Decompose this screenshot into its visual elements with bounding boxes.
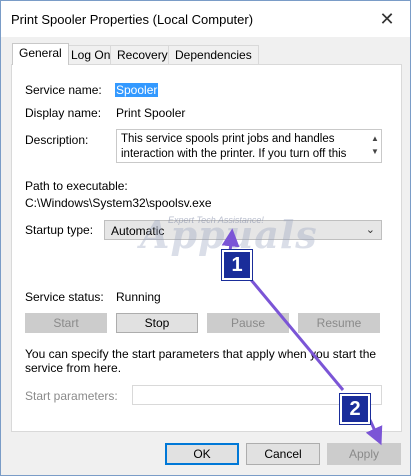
- description-scrollbar[interactable]: ▲ ▼: [370, 132, 380, 162]
- annotation-badge-1: 1: [222, 250, 252, 280]
- start-parameters-label: Start parameters:: [25, 389, 118, 403]
- service-status-label: Service status:: [25, 290, 104, 304]
- description-text: This service spools print jobs and handl…: [121, 133, 347, 160]
- display-name-value[interactable]: Print Spooler: [116, 106, 185, 120]
- stop-button[interactable]: Stop: [116, 313, 198, 333]
- scroll-down-icon[interactable]: ▼: [370, 145, 380, 158]
- tab-general[interactable]: General: [12, 43, 69, 65]
- ok-button[interactable]: OK: [165, 443, 239, 465]
- start-button[interactable]: Start: [25, 313, 107, 333]
- tab-dependencies[interactable]: Dependencies: [168, 45, 259, 64]
- startup-type-select[interactable]: Automatic ⌄: [104, 220, 382, 240]
- apply-button[interactable]: Apply: [327, 443, 401, 465]
- startup-type-label: Startup type:: [25, 223, 94, 237]
- annotation-badge-2: 2: [340, 394, 370, 424]
- tab-recovery[interactable]: Recovery: [110, 45, 175, 64]
- cancel-button[interactable]: Cancel: [246, 443, 320, 465]
- window-title: Print Spooler Properties (Local Computer…: [11, 12, 254, 27]
- description-textbox[interactable]: This service spools print jobs and handl…: [116, 129, 382, 163]
- display-name-label: Display name:: [25, 106, 102, 120]
- path-label: Path to executable:: [25, 179, 128, 193]
- service-name-value[interactable]: Spooler: [115, 83, 159, 97]
- scroll-up-icon[interactable]: ▲: [370, 132, 380, 145]
- description-label: Description:: [25, 133, 89, 147]
- close-button[interactable]: ✕: [364, 1, 410, 37]
- close-icon: ✕: [379, 8, 395, 29]
- title-bar: Print Spooler Properties (Local Computer…: [1, 1, 410, 37]
- general-tab-panel: Service name: Spooler Display name: Prin…: [11, 64, 402, 432]
- pause-button[interactable]: Pause: [207, 313, 289, 333]
- chevron-down-icon: ⌄: [365, 224, 375, 236]
- startup-type-value: Automatic: [111, 224, 165, 238]
- start-parameters-help: You can specify the start parameters tha…: [25, 347, 377, 375]
- service-name-label: Service name:: [25, 83, 102, 97]
- path-value[interactable]: C:\Windows\System32\spoolsv.exe: [25, 196, 212, 210]
- service-status-value: Running: [116, 290, 161, 304]
- resume-button[interactable]: Resume: [298, 313, 380, 333]
